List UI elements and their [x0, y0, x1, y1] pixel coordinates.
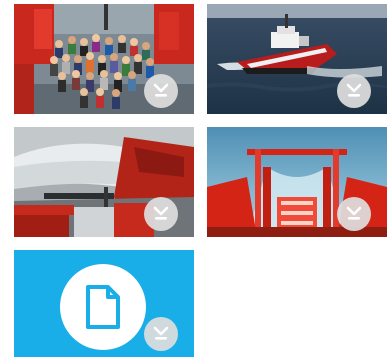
media-tile-file[interactable]	[14, 250, 194, 357]
download-icon	[346, 83, 362, 97]
download-button[interactable]	[337, 197, 371, 231]
media-tile-group-photo[interactable]	[14, 4, 194, 114]
download-icon	[346, 206, 362, 220]
download-icon	[153, 326, 169, 340]
download-icon	[153, 83, 169, 97]
document-icon	[86, 285, 120, 329]
media-tile-ship-at-sea[interactable]	[207, 4, 387, 114]
download-icon	[153, 206, 169, 220]
media-tile-bow-waves[interactable]	[14, 127, 194, 237]
file-icon-circle	[60, 264, 146, 350]
download-button[interactable]	[144, 74, 178, 108]
download-button[interactable]	[337, 74, 371, 108]
media-tile-deck-crane[interactable]	[207, 127, 387, 237]
download-button[interactable]	[144, 317, 178, 351]
media-gallery	[0, 0, 392, 358]
download-button[interactable]	[144, 197, 178, 231]
